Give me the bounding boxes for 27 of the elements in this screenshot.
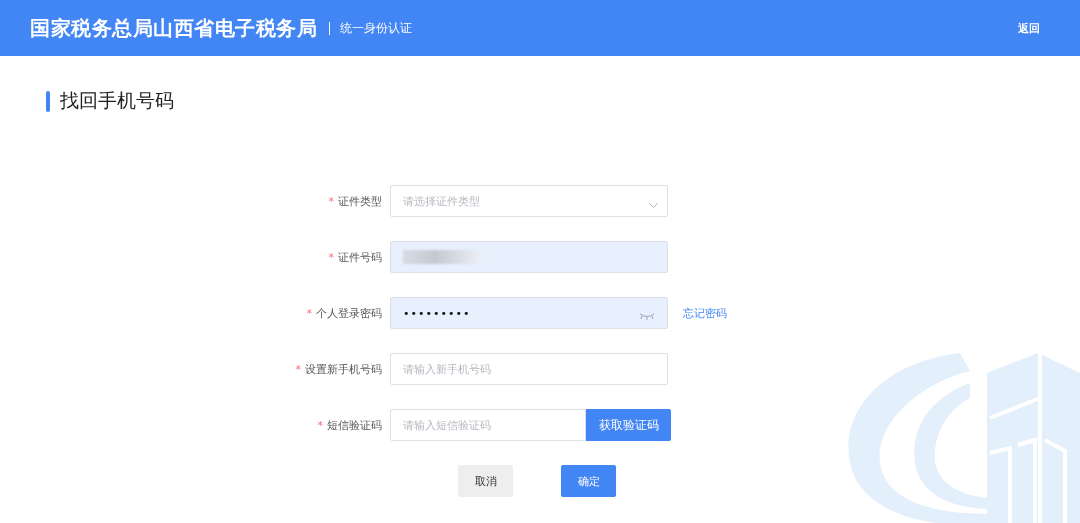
confirm-button[interactable]: 确定	[561, 465, 616, 497]
field-label: 证件号码	[338, 249, 382, 265]
site-title: 国家税务总局山西省电子税务局	[30, 14, 317, 42]
field-label: 短信验证码	[327, 417, 382, 433]
title-accent-bar	[46, 90, 50, 112]
closed-eye-icon[interactable]	[639, 313, 655, 320]
get-code-button[interactable]: 获取验证码	[586, 409, 671, 441]
required-mark: *	[317, 418, 323, 432]
required-mark: *	[295, 362, 301, 376]
input-field[interactable]: 请输入短信验证码	[390, 409, 586, 441]
input-field[interactable]	[390, 241, 668, 273]
input-field[interactable]: 请输入新手机号码	[390, 353, 668, 385]
required-mark: *	[328, 194, 334, 208]
forgot-password-link[interactable]: 忘记密码	[683, 305, 727, 321]
chevron-down-icon	[648, 202, 659, 209]
select-field[interactable]: 请选择证件类型	[390, 185, 668, 217]
back-link[interactable]: 返回	[1018, 20, 1040, 36]
required-mark: *	[306, 306, 312, 320]
required-mark: *	[328, 250, 334, 264]
password-field[interactable]: •••••••••	[390, 297, 668, 329]
page-title: 找回手机号码	[60, 88, 174, 113]
field-label: 个人登录密码	[316, 305, 382, 321]
site-subtitle: 统一身份认证	[340, 19, 412, 37]
field-label: 证件类型	[338, 193, 382, 209]
title-separator	[329, 21, 330, 35]
field-label: 设置新手机号码	[305, 361, 382, 377]
cancel-button[interactable]: 取消	[458, 465, 513, 497]
